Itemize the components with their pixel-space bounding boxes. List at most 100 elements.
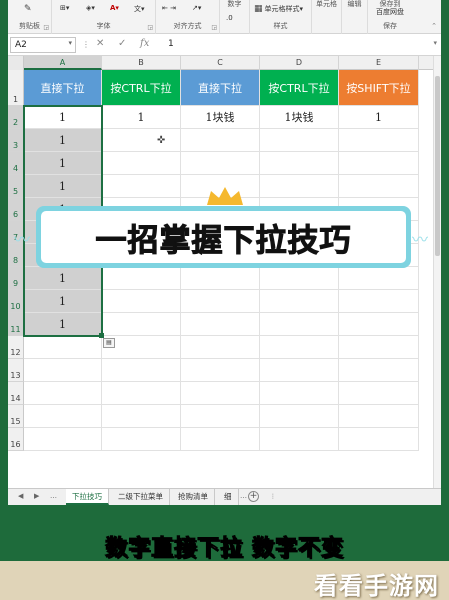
empty-cell[interactable] [102, 428, 181, 451]
empty-cell[interactable] [260, 359, 339, 382]
empty-cell[interactable] [102, 359, 181, 382]
empty-cell[interactable] [339, 290, 419, 313]
empty-cell[interactable] [339, 152, 419, 175]
decimal-icon[interactable]: .0 [226, 14, 233, 26]
row-header-4[interactable]: 4 [8, 152, 24, 175]
empty-cell[interactable] [181, 336, 260, 359]
row-header-16[interactable]: 16 [8, 428, 24, 451]
empty-cell[interactable] [24, 336, 102, 359]
table-cell[interactable]: 1 [24, 152, 102, 175]
row-header-2[interactable]: 2 [8, 106, 24, 129]
save-baidu-line2[interactable]: 百度网盘 [368, 7, 412, 17]
spreadsheet-grid[interactable]: A B C D E 1 2 3 4 5 6 7 8 9 10 11 12 13 14 15 16 直接下拉 按C… [8, 56, 441, 488]
border-icon[interactable]: ⊞▾ [60, 4, 69, 16]
sheet-tab-3[interactable]: 细 [218, 489, 239, 505]
sheet-tab-1[interactable]: 二级下拉菜单 [112, 489, 170, 505]
tab-splitter-icon[interactable]: ⋮ [270, 493, 276, 500]
row-header-3[interactable]: 3 [8, 129, 24, 152]
empty-cell[interactable] [102, 290, 181, 313]
empty-cell[interactable] [24, 382, 102, 405]
phonetic-icon[interactable]: 文▾ [134, 4, 145, 16]
cancel-icon[interactable]: ✕ [96, 38, 104, 49]
header-cell[interactable]: 直接下拉 [181, 70, 260, 106]
empty-cell[interactable] [102, 175, 181, 198]
row-header-14[interactable]: 14 [8, 382, 24, 405]
table-cell[interactable]: 1 [24, 290, 102, 313]
font-color-icon[interactable]: A▾ [110, 4, 119, 16]
empty-cell[interactable] [181, 129, 260, 152]
column-header-c[interactable]: C [181, 56, 260, 70]
empty-cell[interactable] [181, 359, 260, 382]
tab-prev-icon[interactable]: ◀ [18, 492, 23, 500]
empty-cell[interactable] [339, 267, 419, 290]
table-cell[interactable]: 1 [24, 267, 102, 290]
empty-cell[interactable] [102, 267, 181, 290]
empty-cell[interactable] [181, 267, 260, 290]
empty-cell[interactable] [260, 382, 339, 405]
sheet-tab-0[interactable]: 下拉技巧 [66, 489, 109, 505]
row-header-9[interactable]: 9 [8, 267, 24, 290]
empty-cell[interactable] [181, 152, 260, 175]
empty-cell[interactable] [260, 175, 339, 198]
header-cell[interactable]: 按CTRL下拉 [260, 70, 339, 106]
insert-function-icon[interactable]: fx [140, 38, 149, 49]
header-cell[interactable]: 按SHIFT下拉 [339, 70, 419, 106]
empty-cell[interactable] [339, 313, 419, 336]
row-header-10[interactable]: 10 [8, 290, 24, 313]
formula-input[interactable]: 1 [168, 39, 174, 49]
empty-cell[interactable] [260, 267, 339, 290]
add-sheet-icon[interactable]: + [248, 491, 259, 502]
empty-cell[interactable] [102, 313, 181, 336]
empty-cell[interactable] [181, 428, 260, 451]
column-header-e[interactable]: E [339, 56, 419, 70]
tab-next-icon[interactable]: ▶ [34, 492, 39, 500]
fill-color-icon[interactable]: ◈▾ [86, 4, 95, 16]
tab-more-icon[interactable]: … [50, 492, 57, 500]
table-cell[interactable]: 1块钱 [181, 106, 260, 129]
row-header-12[interactable]: 12 [8, 336, 24, 359]
name-box[interactable]: A2 ▾ [10, 37, 76, 53]
empty-cell[interactable] [260, 313, 339, 336]
empty-cell[interactable] [181, 313, 260, 336]
empty-cell[interactable] [339, 405, 419, 428]
ribbon-label-editing[interactable]: 编辑 [342, 0, 367, 9]
empty-cell[interactable] [260, 428, 339, 451]
empty-cell[interactable] [181, 382, 260, 405]
empty-cell[interactable] [102, 382, 181, 405]
sheet-tab-2[interactable]: 抢购清单 [172, 489, 215, 505]
empty-cell[interactable] [102, 152, 181, 175]
orientation-icon[interactable]: ↗▾ [192, 4, 201, 16]
table-cell[interactable]: 1 [24, 175, 102, 198]
enter-icon[interactable]: ✓ [118, 38, 126, 49]
empty-cell[interactable] [339, 428, 419, 451]
empty-cell[interactable] [260, 290, 339, 313]
table-cell[interactable]: 1 [24, 106, 102, 129]
select-all-corner[interactable] [8, 56, 24, 70]
empty-cell[interactable] [181, 290, 260, 313]
indent-icon[interactable]: ⇤ ⇥ [162, 4, 176, 16]
dialog-launcher-icon[interactable]: ◲ [211, 24, 217, 31]
row-header-5[interactable]: 5 [8, 175, 24, 198]
column-header-a[interactable]: A [24, 56, 102, 70]
empty-cell[interactable] [339, 359, 419, 382]
format-painter-icon[interactable]: ✎ [24, 4, 32, 14]
header-cell[interactable]: 直接下拉 [24, 70, 102, 106]
row-header-15[interactable]: 15 [8, 405, 24, 428]
table-cell[interactable]: 1 [102, 106, 181, 129]
empty-cell[interactable] [339, 336, 419, 359]
dialog-launcher-icon[interactable]: ◲ [147, 24, 153, 31]
row-header-1[interactable]: 1 [8, 70, 24, 106]
dialog-launcher-icon[interactable]: ◲ [43, 24, 49, 31]
column-header-d[interactable]: D [260, 56, 339, 70]
empty-cell[interactable] [181, 405, 260, 428]
collapse-ribbon-icon[interactable]: ⌃ [431, 22, 437, 30]
ribbon-label-cells[interactable]: 单元格 [312, 0, 341, 9]
empty-cell[interactable] [102, 129, 181, 152]
empty-cell[interactable] [24, 359, 102, 382]
row-header-6[interactable]: 6 [8, 198, 24, 221]
empty-cell[interactable] [339, 382, 419, 405]
tab-more-icon[interactable]: … [240, 492, 247, 500]
empty-cell[interactable] [339, 175, 419, 198]
scrollbar-thumb[interactable] [435, 76, 440, 256]
empty-cell[interactable] [260, 129, 339, 152]
